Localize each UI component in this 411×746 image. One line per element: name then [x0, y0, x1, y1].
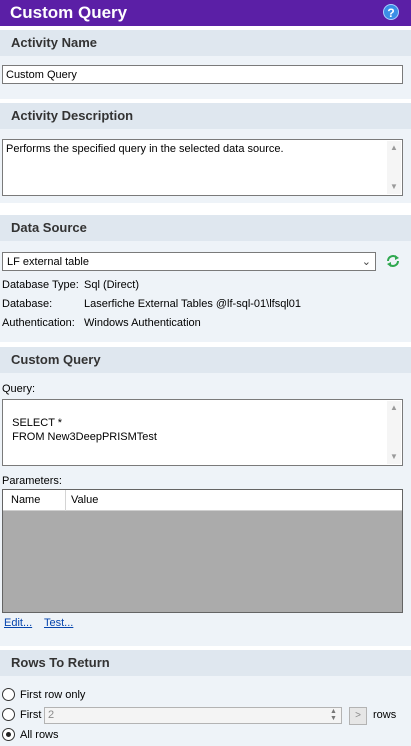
- activity-description-textarea[interactable]: Performs the specified query in the sele…: [2, 139, 403, 196]
- section-header-rows-to-return: Rows To Return: [0, 650, 411, 676]
- radio-label-first[interactable]: First: [20, 709, 41, 721]
- activity-description-text: Performs the specified query in the sele…: [6, 143, 284, 155]
- section-header-custom-query: Custom Query: [0, 347, 411, 373]
- column-divider: [65, 490, 66, 511]
- radio-first[interactable]: [2, 708, 15, 721]
- query-label: Query:: [2, 383, 36, 395]
- section-title: Custom Query: [11, 352, 101, 367]
- column-header-value[interactable]: Value: [71, 494, 98, 506]
- query-textarea[interactable]: SELECT * FROM New3DeepPRISMTest ▲ ▼: [2, 399, 403, 466]
- section-header-activity-name: Activity Name: [0, 30, 411, 56]
- column-header-name[interactable]: Name: [11, 494, 40, 506]
- info-key: Database:: [2, 298, 53, 310]
- activity-name-input[interactable]: Custom Query: [2, 65, 403, 84]
- section-header-data-source: Data Source: [0, 215, 411, 241]
- scroll-up-icon[interactable]: ▲: [390, 144, 398, 152]
- chevron-down-icon: ⌄: [361, 256, 371, 268]
- data-source-selected: LF external table: [7, 256, 89, 268]
- section-title: Rows To Return: [11, 655, 110, 670]
- radio-label-first-row-only[interactable]: First row only: [20, 689, 85, 701]
- apply-count-button[interactable]: >: [349, 707, 367, 725]
- first-count-stepper[interactable]: 2 ▲ ▼: [44, 707, 342, 724]
- section-title: Activity Name: [11, 35, 97, 50]
- info-key: Database Type:: [2, 279, 79, 291]
- page-title: Custom Query: [10, 3, 128, 22]
- radio-label-all-rows[interactable]: All rows: [20, 729, 59, 741]
- refresh-icon[interactable]: [385, 253, 401, 269]
- section-header-activity-description: Activity Description: [0, 103, 411, 129]
- info-value: Sql (Direct): [84, 279, 140, 291]
- section-title: Data Source: [11, 220, 87, 235]
- parameters-grid[interactable]: Name Value: [2, 489, 403, 613]
- stepper-arrows-icon[interactable]: ▲ ▼: [327, 708, 340, 723]
- help-icon[interactable]: ?: [383, 4, 399, 20]
- parameters-label: Parameters:: [2, 475, 62, 487]
- first-count-value: 2: [48, 709, 55, 721]
- section-title: Activity Description: [11, 108, 134, 123]
- scroll-up-icon[interactable]: ▲: [390, 404, 398, 412]
- rows-label: rows: [373, 709, 397, 721]
- info-key: Authentication:: [2, 317, 75, 329]
- radio-first-row-only[interactable]: [2, 688, 15, 701]
- scroll-down-icon[interactable]: ▼: [390, 183, 398, 191]
- radio-all-rows[interactable]: [2, 728, 15, 741]
- parameters-grid-header: Name Value: [3, 490, 402, 511]
- query-text: SELECT * FROM New3DeepPRISMTest: [12, 417, 157, 443]
- scroll-down-icon[interactable]: ▼: [390, 453, 398, 461]
- info-value: Laserfiche External Tables @lf-sql-01\lf…: [84, 298, 302, 310]
- test-link[interactable]: Test...: [44, 617, 73, 629]
- description-scrollbar[interactable]: ▲ ▼: [387, 141, 401, 194]
- edit-link[interactable]: Edit...: [4, 617, 32, 629]
- title-bar: Custom Query ?: [0, 0, 411, 26]
- data-source-select[interactable]: LF external table ⌄: [2, 252, 376, 271]
- info-value: Windows Authentication: [84, 317, 201, 329]
- query-scrollbar[interactable]: ▲ ▼: [387, 401, 401, 464]
